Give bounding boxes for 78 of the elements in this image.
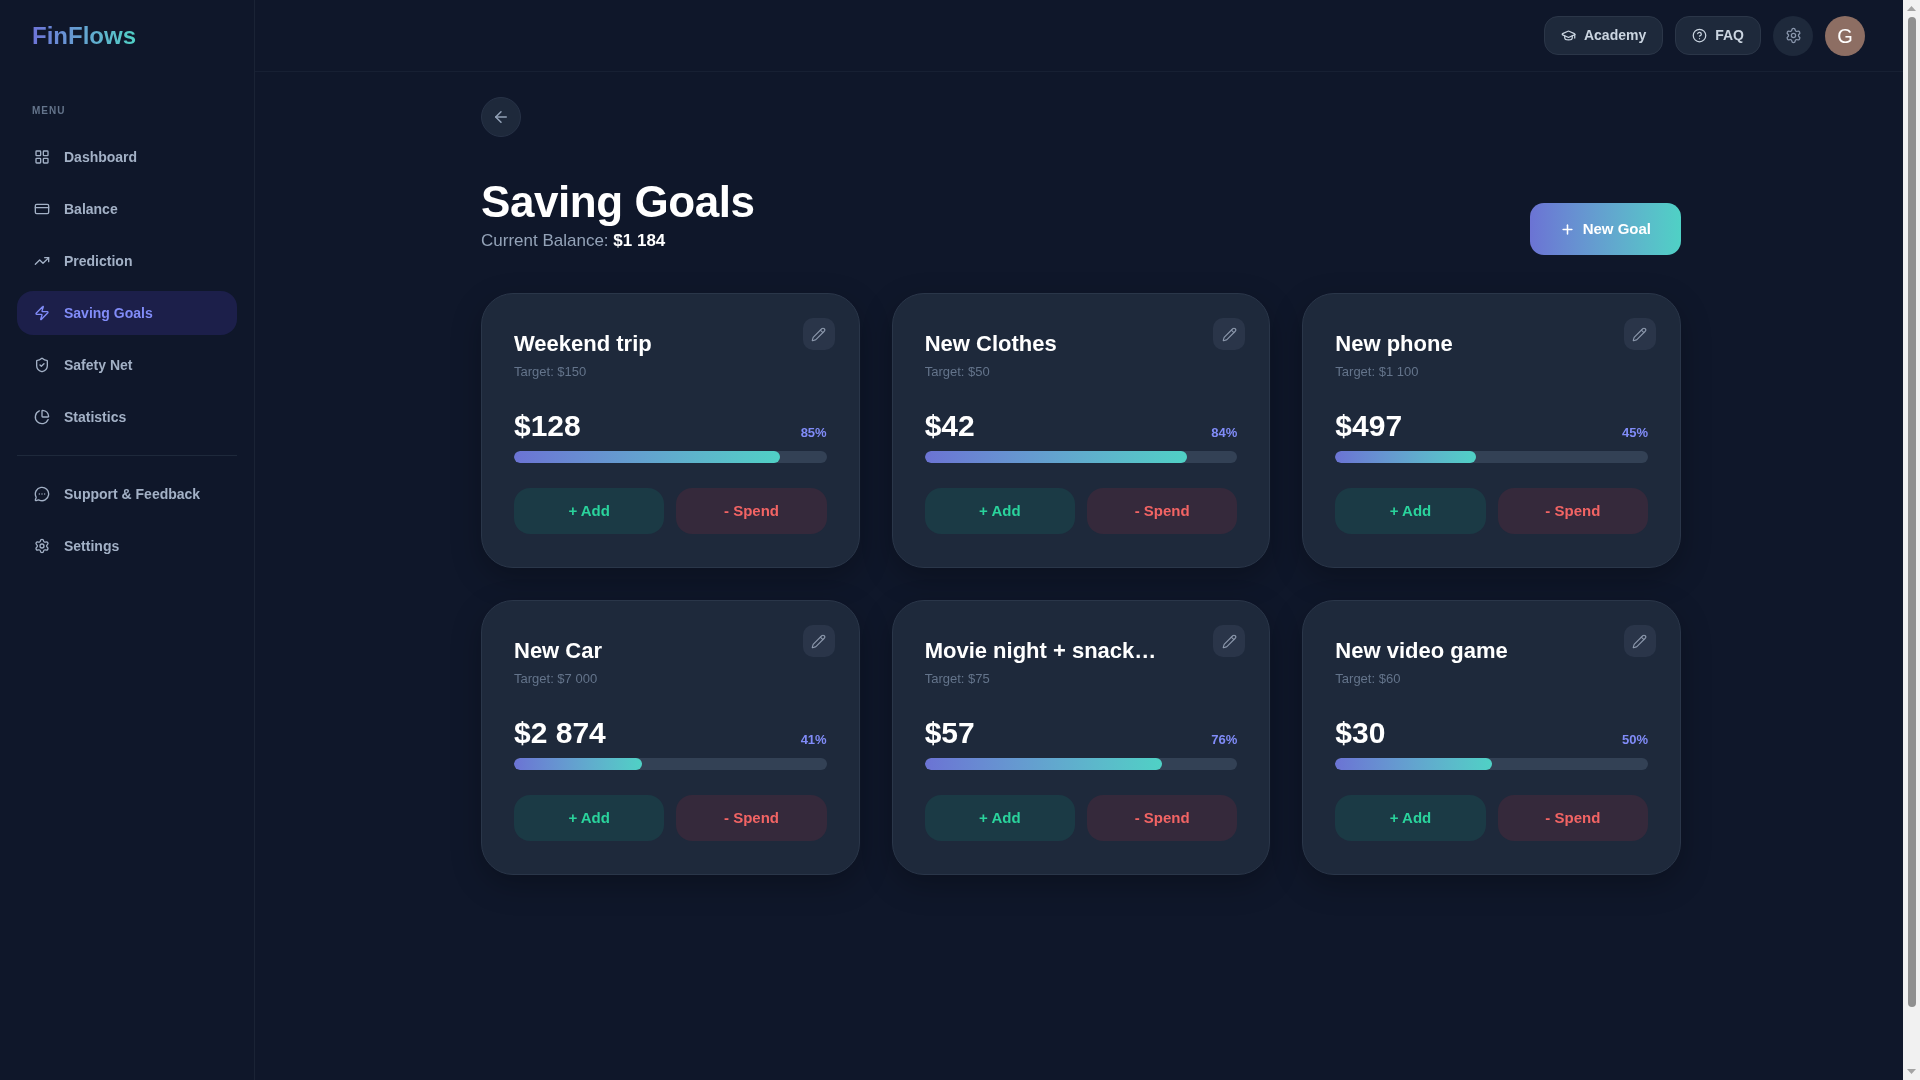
goal-target: Target: $150 [514,363,588,381]
grid-icon [34,149,50,165]
pencil-icon [1632,633,1648,649]
back-button[interactable] [481,97,521,137]
goal-target: Target: $60 [1335,670,1402,688]
menu-heading: MENU [31,105,67,117]
avatar[interactable]: G [1825,15,1865,56]
edit-button[interactable] [1624,625,1656,657]
goal-title: New phone [1335,330,1454,358]
goal-target: Target: $50 [924,363,991,381]
goal-target: Target: $1 100 [1335,363,1420,381]
nav-item[interactable]: Support & Feedback [17,472,237,516]
spend-button[interactable]: - Spend [1497,795,1648,841]
card-icon [34,201,50,217]
edit-button[interactable] [802,318,835,350]
goal-title: Weekend trip [514,330,653,358]
spend-button[interactable]: - Spend [1087,795,1238,841]
pencil-icon [1221,633,1237,649]
scroll-up-icon[interactable] [1907,6,1916,11]
goal-title: New Clothes [924,330,1058,358]
scrollbar-thumb[interactable] [1907,17,1916,1007]
page-title: Saving Goals [481,176,755,228]
settings-button[interactable] [1773,15,1813,56]
spend-button[interactable]: - Spend [1087,488,1238,534]
nav-item[interactable]: Balance [17,187,237,231]
current-balance: Current Balance: $1 184 [481,230,667,252]
add-button[interactable]: + Add [924,488,1075,534]
nav-item[interactable]: Saving Goals [17,291,237,335]
nav-item[interactable]: Statistics [17,395,237,439]
nav-item[interactable]: Dashboard [17,135,237,179]
goal-percent: 76% [1211,731,1238,749]
scroll-down-icon[interactable] [1907,1069,1916,1074]
goal-amount: $497 [1335,408,1403,444]
edit-button[interactable] [1213,625,1246,657]
add-button[interactable]: + Add [514,795,665,841]
lightning-icon [34,305,50,321]
add-button[interactable]: + Add [1335,795,1486,841]
goal-percent: 45% [1621,424,1648,442]
goal-percent: 50% [1621,731,1648,749]
goal-amount: $57 [924,715,975,751]
spend-button[interactable]: - Spend [676,488,827,534]
academy-button[interactable]: Academy [1543,16,1664,55]
add-button[interactable]: + Add [514,488,665,534]
graduation-cap-icon [1560,28,1576,43]
pie-chart-icon [34,409,50,425]
pencil-icon [1221,326,1237,342]
nav-item[interactable]: Prediction [17,239,237,283]
chat-bubble-icon [34,486,50,502]
goal-target: Target: $75 [924,670,991,688]
nav-item[interactable]: Settings [17,524,237,568]
goal-title: Movie night + snack… [924,637,1158,665]
goal-title: New Car [514,637,604,665]
pencil-icon [811,633,827,649]
goal-amount: $42 [924,408,975,444]
edit-button[interactable] [1213,318,1246,350]
spend-button[interactable]: - Spend [676,795,827,841]
plus-icon [1559,221,1575,237]
faq-button[interactable]: FAQ [1675,16,1761,55]
edit-button[interactable] [1624,318,1656,350]
goal-title: New video game [1335,637,1509,665]
spend-button[interactable]: - Spend [1497,488,1648,534]
settings-icon [1784,27,1802,44]
settings-icon [34,538,50,554]
nav-item[interactable]: Safety Net [17,343,237,387]
add-button[interactable]: + Add [1335,488,1486,534]
goal-amount: $30 [1335,715,1386,751]
goal-amount: $2 874 [514,715,606,751]
pencil-icon [1632,326,1648,342]
pencil-icon [811,326,827,342]
goal-percent: 85% [800,424,827,442]
goal-percent: 84% [1211,424,1238,442]
goal-target: Target: $7 000 [514,670,599,688]
add-button[interactable]: + Add [924,795,1075,841]
edit-button[interactable] [802,625,835,657]
goal-percent: 41% [800,731,827,749]
help-circle-icon [1692,28,1708,43]
shield-check-icon [34,357,50,373]
goal-amount: $128 [514,408,581,444]
